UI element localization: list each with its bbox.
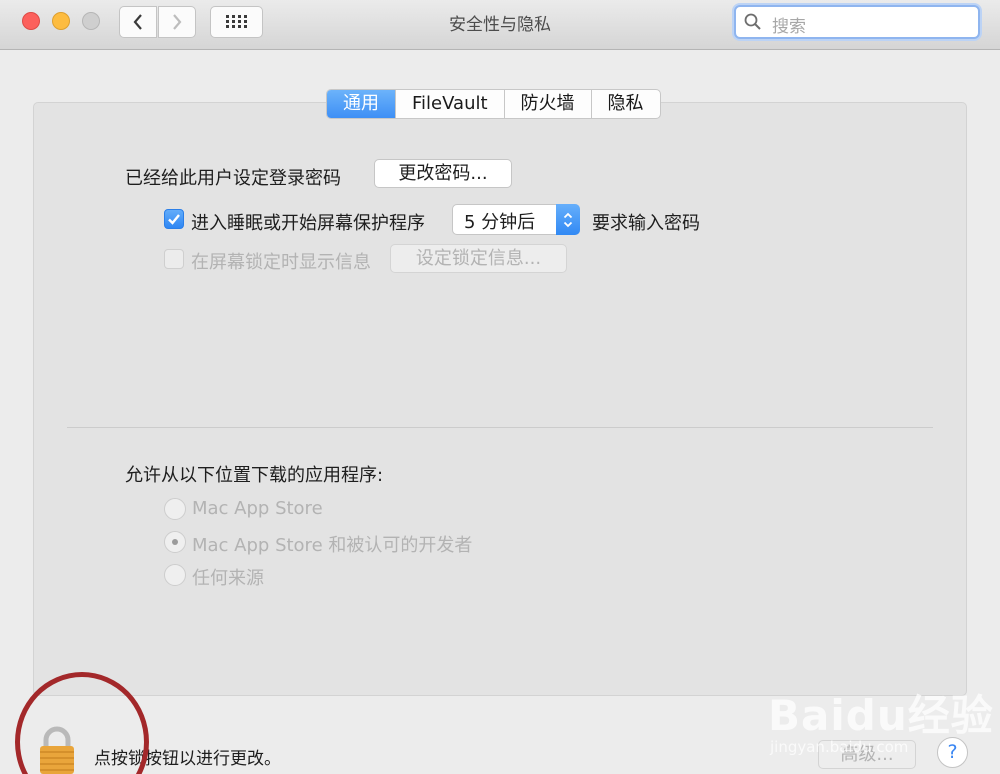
search-icon [744, 13, 761, 30]
tab-firewall[interactable]: 防火墙 [503, 90, 591, 118]
lock-message-checkbox[interactable] [164, 249, 184, 269]
title-bar: 安全性与隐私 搜索 [0, 0, 1000, 50]
settings-panel [33, 102, 967, 696]
allow-apps-label: 允许从以下位置下载的应用程序: [125, 465, 384, 486]
radio-mac-app-store[interactable] [164, 498, 186, 520]
radio-anywhere[interactable] [164, 564, 186, 586]
tab-privacy[interactable]: 隐私 [590, 90, 660, 118]
section-divider [67, 427, 933, 428]
require-password-label: 进入睡眠或开始屏幕保护程序 [191, 213, 425, 234]
password-delay-popup[interactable]: 5 分钟后 [452, 204, 580, 235]
radio-selected-dot [172, 539, 178, 545]
watermark-brand: Baidu经验 [768, 691, 994, 740]
radio-mac-app-store-label: Mac App Store [192, 498, 323, 519]
set-lock-message-button[interactable]: 设定锁定信息... [390, 244, 567, 273]
watermark-logo: Baidu经验 jingyan.baidu.com [768, 668, 993, 764]
watermark-url: jingyan.baidu.com [770, 738, 909, 756]
tab-general[interactable]: 通用 [327, 90, 395, 118]
checkmark-icon [168, 214, 180, 225]
require-password-checkbox[interactable] [164, 209, 184, 229]
search-placeholder: 搜索 [772, 17, 806, 37]
require-password-suffix: 要求输入密码 [592, 213, 700, 234]
radio-identified-developers[interactable] [164, 531, 186, 553]
radio-identified-developers-label: Mac App Store 和被认可的开发者 [192, 535, 473, 556]
tab-filevault[interactable]: FileVault [395, 90, 504, 118]
lock-message-label: 在屏幕锁定时显示信息 [191, 252, 371, 273]
search-field[interactable]: 搜索 [734, 5, 980, 39]
popup-arrows-icon [556, 204, 580, 235]
password-delay-value: 5 分钟后 [464, 212, 536, 233]
change-password-button[interactable]: 更改密码... [374, 159, 512, 188]
radio-anywhere-label: 任何来源 [192, 568, 264, 589]
password-set-label: 已经给此用户设定登录密码 [125, 168, 341, 189]
preferences-window: 安全性与隐私 搜索 通用 FileVault 防火墙 隐私 已经给此用户设定登录… [0, 0, 1000, 774]
tab-bar: 通用 FileVault 防火墙 隐私 [326, 89, 661, 119]
